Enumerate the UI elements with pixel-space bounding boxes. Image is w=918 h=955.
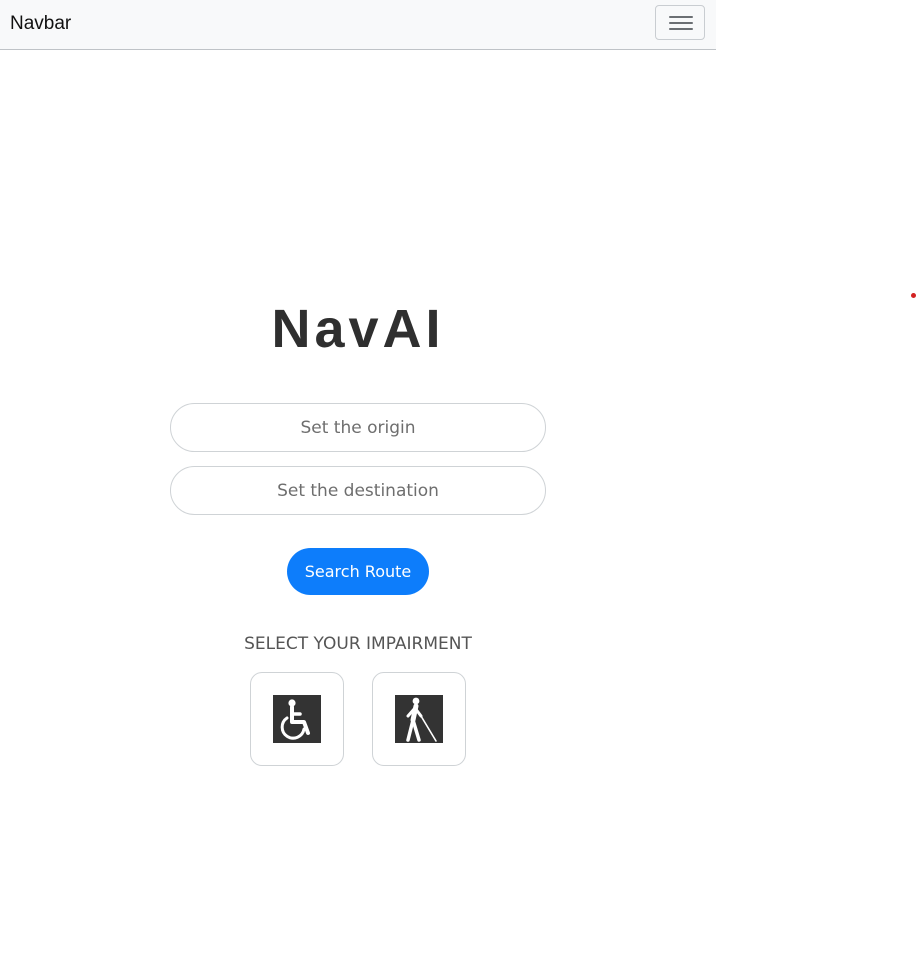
hamburger-line: [669, 16, 693, 18]
wheelchair-icon: [273, 695, 321, 743]
search-route-button[interactable]: Search Route: [287, 548, 429, 595]
page-title: NavAI: [271, 299, 445, 359]
menu-toggle-button[interactable]: [655, 5, 705, 40]
hamburger-line: [669, 28, 693, 30]
blind-person-cane-icon: [395, 695, 443, 743]
wheelchair-impairment-button[interactable]: [250, 672, 344, 766]
hamburger-line: [669, 22, 693, 24]
impairment-heading: SELECT YOUR IMPAIRMENT: [244, 634, 472, 654]
navbar: Navbar: [0, 0, 716, 50]
destination-input[interactable]: [170, 466, 546, 515]
visual-impairment-button[interactable]: [372, 672, 466, 766]
navbar-brand[interactable]: Navbar: [10, 13, 71, 35]
red-marker-dot: [911, 293, 916, 298]
origin-input[interactable]: [170, 403, 546, 452]
page: Navbar NavAI Search Route SELECT YOUR IM…: [0, 0, 918, 955]
